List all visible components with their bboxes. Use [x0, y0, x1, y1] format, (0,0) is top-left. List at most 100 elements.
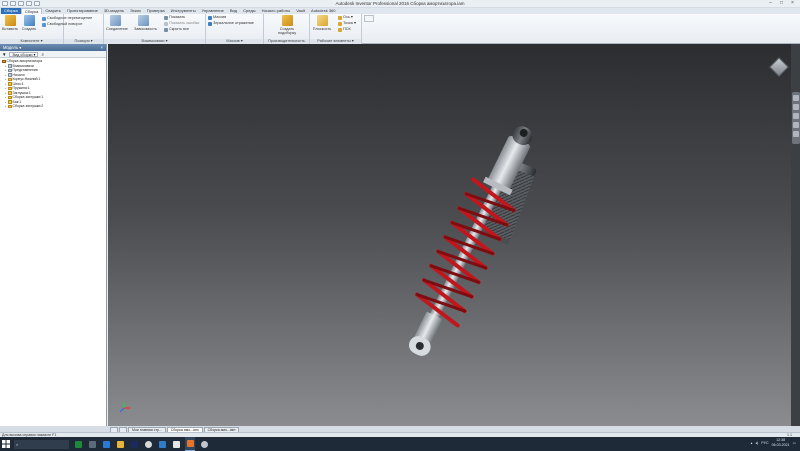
ribbon: Вставить Создать Свободное перемещение С… — [0, 14, 800, 44]
part-icon — [8, 82, 12, 86]
part-icon — [8, 77, 12, 81]
taskbar-app-inventor[interactable] — [185, 437, 195, 451]
shock-absorber-model[interactable] — [108, 44, 791, 426]
coil-spring[interactable] — [413, 177, 518, 328]
create-subassembly-button[interactable]: Создать подсборку — [274, 15, 300, 35]
point-icon — [338, 21, 342, 26]
constrain-button[interactable]: Зависимость — [134, 15, 157, 31]
insert-button[interactable]: Вставить — [1, 15, 19, 31]
taskbar-app[interactable] — [115, 437, 125, 451]
tree-item[interactable]: + Сборка заглушки:2 — [2, 104, 106, 109]
subassembly-icon — [8, 95, 12, 99]
taskbar-app[interactable] — [101, 437, 111, 451]
constraints-icon — [8, 64, 12, 68]
show-icon — [164, 15, 168, 20]
browser-toolbar: ▼ Вид сборки ▾ ⌕ — [0, 51, 106, 58]
photoshop-icon — [130, 440, 138, 448]
maximize-button[interactable]: □ — [776, 0, 787, 7]
rotate-icon — [42, 22, 46, 27]
ribbon-options-button[interactable] — [364, 15, 374, 22]
assembly-icon — [2, 59, 6, 63]
view-mode-dropdown[interactable]: Вид сборки ▾ — [9, 51, 39, 57]
join-button[interactable]: Соединение — [106, 15, 128, 31]
app-icon — [172, 440, 180, 448]
hide-all-button[interactable]: Скрыть все — [164, 27, 189, 32]
show-sick-icon — [164, 21, 168, 26]
subassembly-icon — [8, 104, 12, 108]
mirror-button[interactable]: Зеркальное отражение — [208, 21, 254, 26]
taskbar-app[interactable] — [143, 437, 153, 451]
plane-button[interactable]: Плоскость — [312, 15, 332, 31]
join-icon — [109, 15, 121, 26]
model-tree: Сборка амортизатора + Взаимосвязи + Предст… — [0, 58, 106, 109]
create-icon — [23, 15, 35, 26]
steering-wheel-icon[interactable] — [793, 95, 799, 101]
panel-work-features: Плоскость Ось ▾ Точка ▾ ПСК Рабочие элем… — [310, 14, 362, 44]
taskbar-app[interactable] — [157, 437, 167, 451]
taskbar-app[interactable] — [73, 437, 83, 451]
mirror-icon — [208, 21, 212, 26]
clock[interactable]: 12:38 06.03.2021 — [772, 438, 790, 448]
chrome-icon — [144, 440, 152, 448]
model-browser: Модель ▾ × ▼ Вид сборки ▾ ⌕ Сборка аморт… — [0, 44, 107, 426]
start-button[interactable] — [0, 437, 12, 451]
title-bar: Autodesk Inventor Professional 2016 Сбор… — [0, 0, 800, 8]
edge-icon — [102, 440, 110, 448]
filter-icon[interactable]: ▼ — [2, 52, 6, 57]
panel-component: Вставить Создать Свободное перемещение С… — [0, 14, 92, 44]
axis-button[interactable]: Ось ▾ — [338, 15, 353, 20]
origin-icon — [8, 73, 12, 77]
shock-body[interactable] — [393, 117, 548, 365]
panel-pattern: Массив Зеркальное отражение Массив ▾ — [206, 14, 264, 44]
part-icon — [8, 86, 12, 90]
volume-icon[interactable]: ◂) — [755, 441, 758, 445]
find-icon[interactable]: ⌕ — [41, 52, 44, 57]
hide-icon — [164, 27, 168, 32]
network-icon[interactable]: ▴ — [751, 441, 753, 445]
zoom-icon[interactable] — [793, 113, 799, 119]
pattern-icon — [208, 15, 212, 20]
ucs-icon — [338, 27, 342, 32]
expand-icon[interactable]: + — [4, 104, 7, 109]
point-button[interactable]: Точка ▾ — [338, 21, 356, 26]
windows-logo-icon — [2, 440, 10, 448]
notifications-icon[interactable]: ▭ — [793, 441, 796, 445]
ucs-button[interactable]: ПСК — [338, 27, 351, 32]
minimize-button[interactable]: – — [765, 0, 776, 7]
browser-title[interactable]: Модель ▾ — [3, 45, 21, 50]
panel-position: Позиция ▾ — [64, 14, 104, 44]
graphics-viewport[interactable] — [108, 44, 791, 426]
axis-icon — [338, 15, 342, 20]
xbox-icon — [74, 440, 82, 448]
navigation-tools — [792, 92, 800, 144]
app-icon — [158, 440, 166, 448]
orbit-icon[interactable] — [793, 122, 799, 128]
task-view-icon — [88, 440, 96, 448]
show-relations-button[interactable]: Показать — [164, 15, 185, 20]
panel-productivity: Создать подсборку Производительность — [264, 14, 310, 44]
taskbar-app[interactable] — [129, 437, 139, 451]
windows-taskbar: ⌕ ▴ ◂) РУС 12:38 06.03.2021 ▭ — [0, 437, 800, 451]
close-button[interactable]: × — [787, 0, 798, 7]
pan-icon[interactable] — [793, 104, 799, 110]
taskbar-app[interactable] — [171, 437, 181, 451]
panel-relations: Соединение Зависимость Показать Показать… — [104, 14, 206, 44]
plane-icon — [316, 15, 328, 26]
taskbar-app[interactable] — [199, 437, 209, 451]
browser-close-icon[interactable]: × — [101, 44, 103, 51]
look-at-icon[interactable] — [793, 131, 799, 137]
explorer-icon — [116, 440, 124, 448]
axis-triad-icon — [119, 402, 130, 413]
pattern-button[interactable]: Массив — [208, 15, 226, 20]
taskbar-app[interactable] — [87, 437, 97, 451]
browser-header: Модель ▾ × — [0, 44, 106, 51]
language-indicator[interactable]: РУС — [761, 441, 768, 445]
window-controls: – □ × — [765, 0, 798, 7]
part-icon — [8, 91, 12, 95]
inventor-icon — [186, 440, 194, 447]
constrain-icon — [137, 15, 149, 26]
taskbar-search[interactable]: ⌕ — [14, 439, 69, 449]
representations-icon — [8, 68, 12, 72]
create-button[interactable]: Создать — [20, 15, 38, 31]
show-sick-button[interactable]: Показать ошибки — [164, 21, 199, 26]
